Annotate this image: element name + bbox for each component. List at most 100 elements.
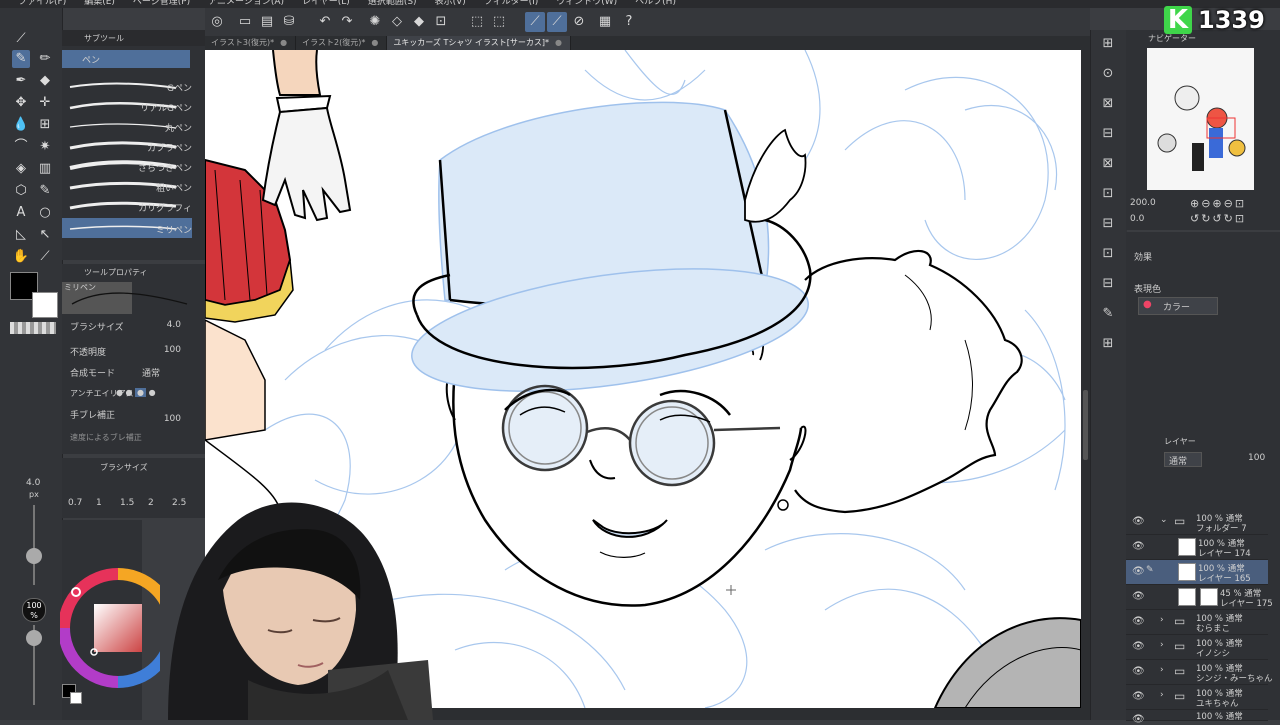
- brush-milli-pen[interactable]: ミリペン: [62, 218, 192, 238]
- layer-row[interactable]: 👁 › ▭ 100 % 通常 ユキちゃん: [1126, 685, 1268, 710]
- tab-illust3[interactable]: イラスト3(復元)* ●: [205, 36, 297, 50]
- canvas-vertical-scrollbar[interactable]: [1081, 50, 1090, 708]
- magic-wand-icon[interactable]: ✷: [36, 138, 54, 156]
- text-tool-icon[interactable]: A: [12, 204, 30, 222]
- material-icon[interactable]: ⊞: [1098, 34, 1118, 54]
- open-folder-icon[interactable]: ▤: [257, 12, 277, 32]
- navigator-rotation[interactable]: 0.0: [1130, 214, 1144, 224]
- fill-icon[interactable]: ◆: [409, 12, 429, 32]
- material-3d-icon[interactable]: ⊡: [1098, 244, 1118, 264]
- clear-icon[interactable]: ◇: [387, 12, 407, 32]
- close-icon[interactable]: ●: [280, 38, 287, 47]
- material-frame-icon[interactable]: ⊟: [1098, 274, 1118, 294]
- snap-special-ruler-icon[interactable]: ⟋: [547, 12, 567, 32]
- expression-color-select[interactable]: ● カラー: [1138, 297, 1218, 315]
- hand-tool-icon[interactable]: ✋: [12, 248, 30, 266]
- brush-size-row[interactable]: ブラシサイズ 4.0: [70, 320, 195, 334]
- menu-edit[interactable]: 編集(E): [84, 0, 115, 8]
- brush-coarse-pen[interactable]: 粗いペン: [62, 176, 192, 196]
- layer-row[interactable]: 👁 › ▭ 100 % 通常 むらまこ: [1126, 610, 1268, 635]
- loading-icon[interactable]: ✺: [365, 12, 385, 32]
- antialias-row[interactable]: アンチエイリアス ● ● ● ●: [70, 388, 195, 402]
- eye-icon[interactable]: 👁: [1132, 641, 1145, 652]
- zoom-controls[interactable]: ⊕⊖⊕⊖⊡: [1190, 197, 1246, 210]
- eye-icon[interactable]: 👁: [1132, 516, 1145, 527]
- object-tool-icon[interactable]: ↖: [36, 226, 54, 244]
- material-edit-icon[interactable]: ✎: [1098, 304, 1118, 324]
- chevron-right-icon[interactable]: ›: [1160, 690, 1164, 700]
- layer-row[interactable]: 👁 100 % 通常 レイヤー 174: [1126, 535, 1268, 560]
- eye-icon[interactable]: 👁: [1132, 541, 1145, 552]
- menu-animation[interactable]: アニメーション(A): [208, 0, 284, 8]
- pencil-tool-icon[interactable]: ✏: [36, 50, 54, 68]
- brush-real-g-pen[interactable]: リアルGペン: [62, 96, 192, 116]
- size-preset-1[interactable]: 1: [96, 498, 102, 508]
- redo-icon[interactable]: ↷: [337, 12, 357, 32]
- material-tone-icon[interactable]: ⊠: [1098, 154, 1118, 174]
- material-pattern-icon[interactable]: ⊡: [1098, 184, 1118, 204]
- eye-icon[interactable]: 👁: [1132, 691, 1145, 702]
- balloon-tool-icon[interactable]: ○: [36, 204, 54, 222]
- frame-tool-icon[interactable]: ◺: [12, 226, 30, 244]
- snap-grid-icon[interactable]: ⊘: [569, 12, 589, 32]
- layer-blend-select[interactable]: 通常: [1164, 452, 1202, 467]
- pen-tool-icon[interactable]: ✎: [12, 50, 30, 68]
- lasso-tool-icon[interactable]: ⌒: [12, 138, 30, 156]
- save-icon[interactable]: ⛁: [279, 12, 299, 32]
- close-icon[interactable]: ●: [371, 38, 378, 47]
- fill-tool-icon[interactable]: ◈: [12, 160, 30, 178]
- brush-round-pen[interactable]: 丸ペン: [62, 116, 192, 136]
- layer-row[interactable]: 👁 100 % 通常: [1126, 708, 1268, 725]
- sub-color-swatch[interactable]: [32, 292, 58, 318]
- tab-circus[interactable]: ユキッカーズ Tシャツ イラスト[サーカス]* ●: [387, 36, 571, 50]
- chevron-right-icon[interactable]: ›: [1160, 615, 1164, 625]
- menu-layer[interactable]: レイヤー(L): [302, 0, 350, 8]
- eye-icon[interactable]: 👁: [1132, 666, 1145, 677]
- brush-g-pen[interactable]: Gペン: [62, 76, 192, 96]
- material-image-icon[interactable]: ⊟: [1098, 214, 1118, 234]
- help-icon[interactable]: ?: [619, 12, 639, 32]
- opacity-slider-handle[interactable]: [26, 630, 42, 646]
- brush-calligraphy[interactable]: カリグラフィ: [62, 196, 192, 216]
- stabilization-row[interactable]: 手ブレ補正 100: [70, 408, 195, 424]
- antialias-options[interactable]: ● ● ● ●: [116, 388, 182, 397]
- search-icon[interactable]: ⊙: [1098, 64, 1118, 84]
- material-color-icon[interactable]: ⊟: [1098, 124, 1118, 144]
- brush-rough-pen[interactable]: さらつきペン: [62, 156, 192, 176]
- opacity-row[interactable]: 不透明度 100: [70, 345, 195, 359]
- ruler-tool-icon[interactable]: ✎: [36, 182, 54, 200]
- blend-mode-row[interactable]: 合成モード 通常: [70, 366, 195, 380]
- transform-icon[interactable]: ⊡: [431, 12, 451, 32]
- move-tool-icon[interactable]: ✥: [12, 94, 30, 112]
- menu-help[interactable]: ヘルプ(H): [635, 0, 676, 8]
- brush-tool-icon[interactable]: ✒: [12, 72, 30, 90]
- eraser-tool-icon[interactable]: ◆: [36, 72, 54, 90]
- blend-tool-icon[interactable]: 💧: [12, 116, 30, 134]
- invert-selection-icon[interactable]: ⬚: [489, 12, 509, 32]
- layer-opacity-value[interactable]: 100: [1248, 453, 1265, 463]
- grid-tool-icon[interactable]: ⊞: [36, 116, 54, 134]
- material-import-icon[interactable]: ⊞: [1098, 334, 1118, 354]
- size-preset-0-7[interactable]: 0.7: [68, 498, 82, 508]
- layer-row[interactable]: 👁 › ▭ 100 % 通常 シンジ・みーちゃん: [1126, 660, 1273, 685]
- brush-tab-icon[interactable]: ⟋: [12, 30, 30, 48]
- eyedropper-tool-icon[interactable]: ⟋: [36, 248, 54, 266]
- chevron-right-icon[interactable]: ›: [1160, 665, 1164, 675]
- rotate-controls[interactable]: ↺↻↺↻⊡: [1190, 212, 1246, 225]
- chevron-right-icon[interactable]: ›: [1160, 640, 1164, 650]
- layer-row[interactable]: 👁 › ▭ 100 % 通常 イノシシ: [1126, 635, 1268, 660]
- menu-filter[interactable]: フィルター(I): [484, 0, 539, 8]
- scroll-thumb[interactable]: [1083, 390, 1088, 460]
- snap-ruler-icon[interactable]: ⟋: [525, 12, 545, 32]
- brush-kabura-pen[interactable]: カブラペン: [62, 136, 192, 156]
- eye-icon[interactable]: 👁: [1132, 566, 1145, 577]
- tab-illust2[interactable]: イラスト2(復元)* ●: [296, 36, 388, 50]
- layer-row[interactable]: 👁 ⌄ ▭ 100 % 通常 フォルダー 7: [1126, 510, 1268, 535]
- undo-icon[interactable]: ↶: [315, 12, 335, 32]
- deselect-icon[interactable]: ⬚: [467, 12, 487, 32]
- app-logo-icon[interactable]: ◎: [207, 12, 227, 32]
- transparent-color-swatch[interactable]: [10, 322, 56, 334]
- gradient-tool-icon[interactable]: ▥: [36, 160, 54, 178]
- menu-view[interactable]: 表示(V): [435, 0, 466, 8]
- material-mono-icon[interactable]: ⊠: [1098, 94, 1118, 114]
